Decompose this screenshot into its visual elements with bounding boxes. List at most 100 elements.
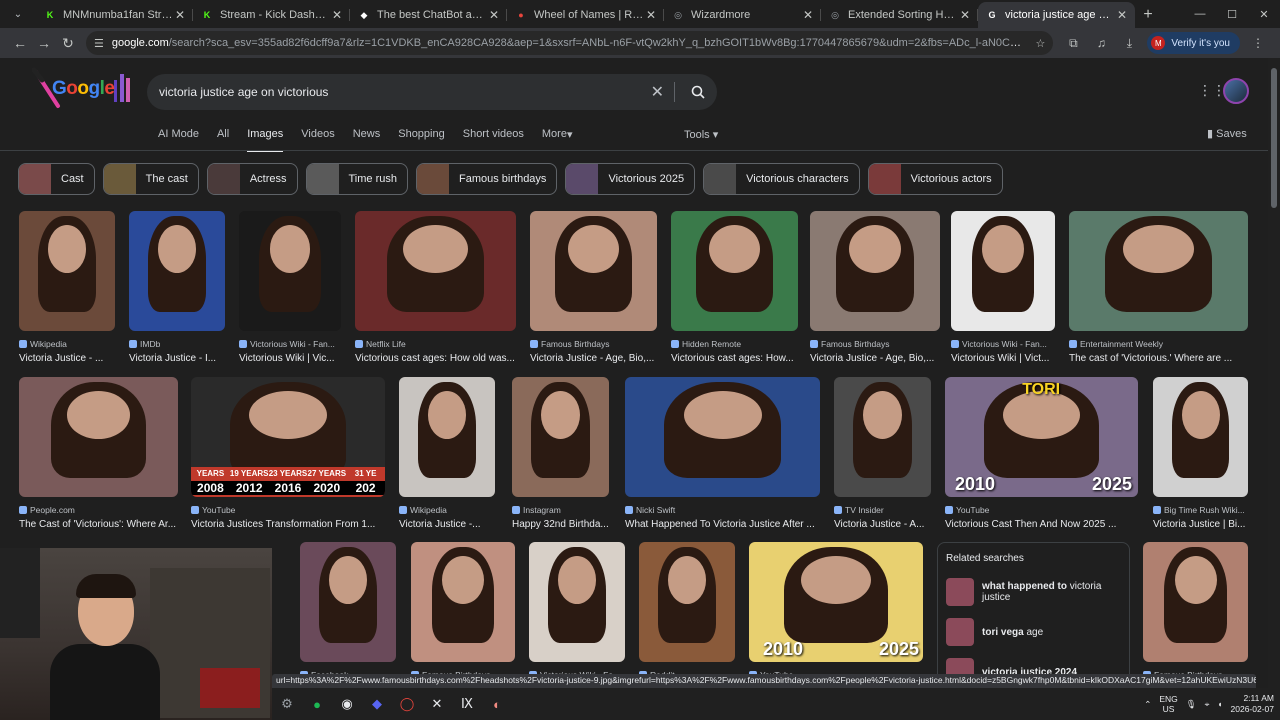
result-thumbnail[interactable] [399,377,495,497]
tab-close-icon[interactable]: ✕ [173,8,187,22]
browser-tab[interactable]: ● Wheel of Names | Random na✕ [507,2,664,28]
discord-taskbar-icon[interactable]: ◆ [362,689,392,719]
image-result[interactable]: Victorious Wiki - Fan... Victorious Wiki … [951,211,1055,364]
result-source[interactable]: Entertainment Weekly [1069,339,1248,349]
image-result[interactable]: Victorious Wiki - Fa... [529,542,625,680]
browser-tab[interactable]: ◎ Wizardmore ✕ [664,2,821,28]
browser-menu-icon[interactable]: ⋮ [1244,31,1272,55]
image-result[interactable]: Famous Birthdays Victoria Justice - Age, … [810,211,940,364]
image-result[interactable]: Entertainment Weekly The cast of 'Victori… [1069,211,1248,364]
image-result[interactable]: Reddit [639,542,735,680]
tab-all[interactable]: All [217,128,229,152]
result-source[interactable]: Instagram [512,505,609,515]
forward-icon[interactable]: → [32,31,56,55]
result-thumbnail[interactable] [355,211,516,331]
tab-close-icon[interactable]: ✕ [958,8,972,22]
result-caption[interactable]: The cast of 'Victorious.' Where are ... [1069,353,1248,364]
result-caption[interactable]: Happy 32nd Birthda... [512,519,609,530]
google-apps-icon[interactable]: ⋮⋮⋮ [1198,82,1240,100]
saves-button[interactable]: ▮ Saves [1207,127,1247,140]
result-thumbnail[interactable] [810,211,940,331]
result-caption[interactable]: Victoria Justices Transformation From 1.… [191,519,385,530]
chip-victorious-characters[interactable]: Victorious characters [703,163,860,195]
result-caption[interactable]: Victoria Justice - A... [834,519,931,530]
settings-taskbar-icon[interactable]: ⚙ [272,689,302,719]
result-caption[interactable]: The Cast of 'Victorious': Where Ar... [19,519,178,530]
maximize-icon[interactable]: ☐ [1216,0,1248,28]
image-result[interactable]: Famous Birthdays [411,542,515,680]
chip-victorious-2025[interactable]: Victorious 2025 [565,163,696,195]
chip-famous-birthdays[interactable]: Famous birthdays [416,163,558,195]
media-controls-icon[interactable]: ♫ [1087,31,1115,55]
bookmark-star-icon[interactable]: ☆ [1036,37,1046,50]
result-thumbnail[interactable] [951,211,1055,331]
result-thumbnail[interactable] [1143,542,1248,662]
result-thumbnail[interactable] [529,542,625,662]
clock[interactable]: 2:11 AM 2026-02-07 [1231,693,1274,715]
result-source[interactable]: Wikipedia [399,505,495,515]
site-info-icon[interactable]: ☰ [94,37,104,50]
result-source[interactable]: Hidden Remote [671,339,798,349]
image-result[interactable]: Famous Birthdays [1143,542,1248,680]
result-thumbnail[interactable] [625,377,820,497]
result-source[interactable]: Victorious Wiki - Fan... [951,339,1055,349]
image-result[interactable]: Instagram Happy 32nd Birthda... [512,377,609,530]
result-thumbnail[interactable] [19,211,115,331]
result-source[interactable]: TV Insider [834,505,931,515]
reload-icon[interactable]: ↻ [56,31,80,55]
close-window-icon[interactable]: ✕ [1248,0,1280,28]
image-result[interactable]: Wikipedia Victoria Justice -... [399,377,495,530]
clear-search-icon[interactable]: ✕ [641,82,675,102]
result-thumbnail[interactable] [1153,377,1248,497]
chip-actress[interactable]: Actress [206,163,298,195]
result-source[interactable]: Big Time Rush Wiki... [1153,505,1248,515]
image-result[interactable]: People.com The Cast of 'Victorious': Wher… [19,377,178,530]
tab-videos[interactable]: Videos [301,128,334,152]
result-thumbnail[interactable] [129,211,225,331]
new-tab-button[interactable]: + [1135,2,1161,28]
result-source[interactable]: YouTube [945,505,1138,515]
image-result[interactable]: Big Time Rush Wiki... Victoria Justice | … [1153,377,1248,530]
result-caption[interactable]: Victoria Justice -... [399,519,495,530]
result-thumbnail[interactable] [19,377,178,497]
app-taskbar-icon[interactable]: Ⅸ [452,689,482,719]
browser-tab[interactable]: Gvictoria justice age on victoriou✕ [978,2,1135,28]
result-caption[interactable]: What Happened To Victoria Justice After … [625,519,820,530]
tab-close-icon[interactable]: ✕ [644,8,658,22]
result-thumbnail[interactable]: TORI 2010 2025 [945,377,1138,497]
result-thumbnail[interactable] [530,211,657,331]
image-result[interactable]: Wikipedia Victoria Justice - ... [19,211,115,364]
downloads-icon[interactable]: ⤓ [1115,31,1143,55]
image-result[interactable]: TV Insider Victoria Justice - A... [834,377,931,530]
result-thumbnail[interactable] [411,542,515,662]
result-thumbnail[interactable] [512,377,609,497]
image-result[interactable]: Hidden Remote Victorious cast ages: How..… [671,211,798,364]
spotify-taskbar-icon[interactable]: ● [302,689,332,719]
result-caption[interactable]: Victorious cast ages: How... [671,353,798,364]
tab-short-videos[interactable]: Short videos [463,128,524,152]
browser-tab[interactable]: ◎ Extended Sorting Hat Quiz✕ [821,2,978,28]
related-search-item[interactable]: tori vega age [946,612,1121,652]
result-thumbnail[interactable] [671,211,798,331]
result-source[interactable]: Netflix Life [355,339,516,349]
result-caption[interactable]: Victorious cast ages: How old was... [355,353,516,364]
tab-close-icon[interactable]: ✕ [1115,8,1129,22]
result-source[interactable]: Nicki Swift [625,505,820,515]
browser-tab[interactable]: K MNMnumba1fan Stream - Wat✕ [36,2,193,28]
image-result[interactable]: Netflix Life Victorious cast ages: How ol… [355,211,516,364]
chip-cast[interactable]: Cast [18,163,95,195]
result-caption[interactable]: Victorious Wiki | Vic... [239,353,341,364]
tab-images[interactable]: Images [247,128,284,152]
tray-overflow-icon[interactable]: ⌃ [1144,699,1151,710]
minimize-icon[interactable]: — [1184,0,1216,28]
image-result[interactable]: TORI 2010 2025 YouTube Victorious Cast Then … [945,377,1138,530]
chip-victorious-actors[interactable]: Victorious actors [867,163,1003,195]
back-icon[interactable]: ← [8,31,32,55]
related-search-item[interactable]: what happened to victoria justice [946,572,1121,612]
image-result[interactable]: Facebook [300,542,396,680]
result-source[interactable]: IMDb [129,339,225,349]
result-source[interactable]: People.com [19,505,178,515]
result-thumbnail[interactable] [1069,211,1248,331]
opera-taskbar-icon[interactable]: ◯ [392,689,422,719]
tab-more[interactable]: More ▾ [542,128,573,152]
